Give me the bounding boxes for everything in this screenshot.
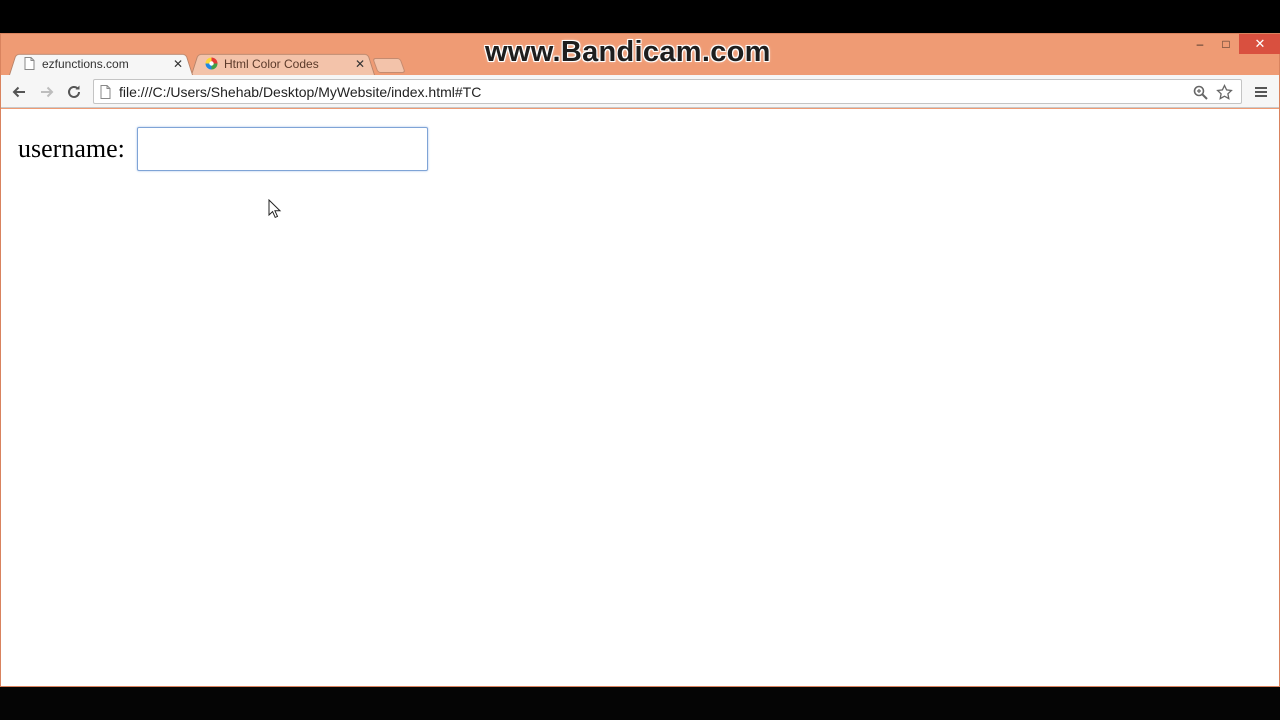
page-icon — [100, 84, 111, 99]
page-viewport: username: — [1, 109, 1279, 686]
tab-close-icon[interactable]: ✕ — [353, 57, 367, 71]
minimize-button[interactable]: – — [1187, 34, 1213, 54]
arrow-left-icon — [12, 86, 25, 98]
tab-close-icon[interactable]: ✕ — [171, 57, 185, 71]
browser-menu-button[interactable] — [1251, 82, 1271, 102]
color-wheel-icon — [205, 57, 218, 70]
hamburger-menu-icon — [1255, 87, 1267, 97]
bookmark-star-icon[interactable] — [1215, 83, 1233, 101]
video-letterbox-bottom — [0, 687, 1280, 720]
browser-toolbar: file:///C:/Users/Shehab/Desktop/MyWebsit… — [1, 75, 1279, 108]
close-window-button[interactable]: ✕ — [1239, 34, 1280, 54]
maximize-button[interactable]: □ — [1213, 34, 1239, 54]
reload-button[interactable] — [64, 82, 84, 102]
tab-title: ezfunctions.com — [42, 56, 129, 71]
mouse-cursor-icon — [268, 199, 282, 219]
back-button[interactable] — [9, 82, 29, 102]
video-letterbox-top — [0, 0, 1280, 33]
address-bar[interactable]: file:///C:/Users/Shehab/Desktop/MyWebsit… — [93, 79, 1242, 104]
tab-html-color-codes[interactable]: Html Color Codes ✕ — [191, 52, 375, 75]
username-label: username: — [18, 134, 125, 163]
forward-button[interactable] — [37, 82, 57, 102]
recorder-watermark: www.Bandicam.com — [485, 36, 771, 68]
page-icon — [24, 57, 35, 70]
username-form-row: username: — [18, 127, 428, 171]
tab-title: Html Color Codes — [224, 56, 319, 71]
reload-icon — [68, 85, 80, 98]
zoom-icon[interactable] — [1191, 83, 1209, 101]
browser-window: ezfunctions.com ✕ Html Color Codes ✕ www… — [0, 33, 1280, 687]
address-url: file:///C:/Users/Shehab/Desktop/MyWebsit… — [119, 83, 482, 100]
arrow-right-icon — [41, 86, 54, 98]
tab-ezfunctions[interactable]: ezfunctions.com ✕ — [9, 52, 193, 75]
tab-strip: ezfunctions.com ✕ Html Color Codes ✕ www… — [1, 34, 1280, 75]
new-tab-button[interactable] — [372, 58, 406, 73]
username-input[interactable] — [136, 127, 428, 171]
